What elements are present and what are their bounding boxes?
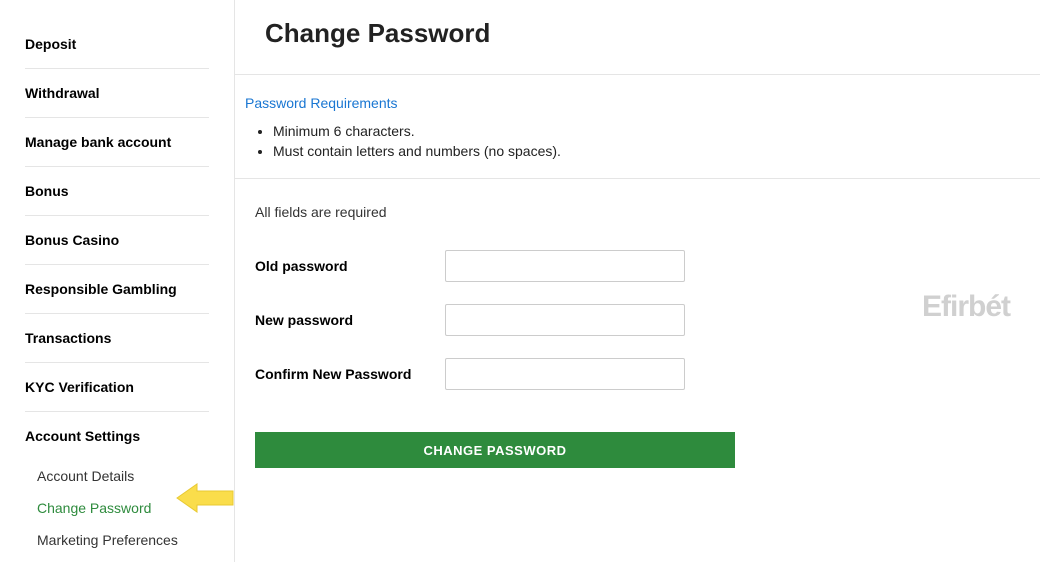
sidebar-item-withdrawal[interactable]: Withdrawal (25, 69, 209, 118)
form-row-new-password: New password (255, 304, 1020, 336)
requirement-item: Must contain letters and numbers (no spa… (273, 143, 1040, 159)
sidebar-item-manage-bank[interactable]: Manage bank account (25, 118, 209, 167)
password-requirements-heading: Password Requirements (245, 95, 1040, 111)
sidebar-item-responsible-gambling[interactable]: Responsible Gambling (25, 265, 209, 314)
sidebar-item-account-settings[interactable]: Account Settings (25, 412, 209, 460)
main-content: Change Password Password Requirements Mi… (234, 0, 1040, 562)
sidebar-item-deposit[interactable]: Deposit (25, 20, 209, 69)
sub-item-change-password[interactable]: Change Password (37, 492, 234, 524)
page-title: Change Password (235, 0, 1040, 75)
form-row-confirm-password: Confirm New Password (255, 358, 1020, 390)
change-password-form: All fields are required Old password New… (235, 179, 1040, 468)
old-password-field[interactable] (445, 250, 685, 282)
sidebar: Deposit Withdrawal Manage bank account B… (0, 0, 235, 562)
all-fields-required-text: All fields are required (255, 204, 1020, 220)
sidebar-item-bonus-casino[interactable]: Bonus Casino (25, 216, 209, 265)
sidebar-item-transactions[interactable]: Transactions (25, 314, 209, 363)
form-row-old-password: Old password (255, 250, 1020, 282)
old-password-label: Old password (255, 258, 445, 274)
requirement-item: Minimum 6 characters. (273, 123, 1040, 139)
new-password-label: New password (255, 312, 445, 328)
change-password-button[interactable]: CHANGE PASSWORD (255, 432, 735, 468)
sub-item-account-details[interactable]: Account Details (37, 460, 234, 492)
password-requirements-list: Minimum 6 characters. Must contain lette… (245, 123, 1040, 159)
sidebar-item-kyc[interactable]: KYC Verification (25, 363, 209, 412)
sub-item-marketing-prefs[interactable]: Marketing Preferences (37, 524, 234, 556)
new-password-field[interactable] (445, 304, 685, 336)
sidebar-sub-items: Account Details Change Password Marketin… (25, 460, 234, 556)
sidebar-item-bonus[interactable]: Bonus (25, 167, 209, 216)
confirm-password-field[interactable] (445, 358, 685, 390)
password-requirements-section: Password Requirements Minimum 6 characte… (235, 75, 1040, 179)
confirm-password-label: Confirm New Password (255, 366, 445, 382)
